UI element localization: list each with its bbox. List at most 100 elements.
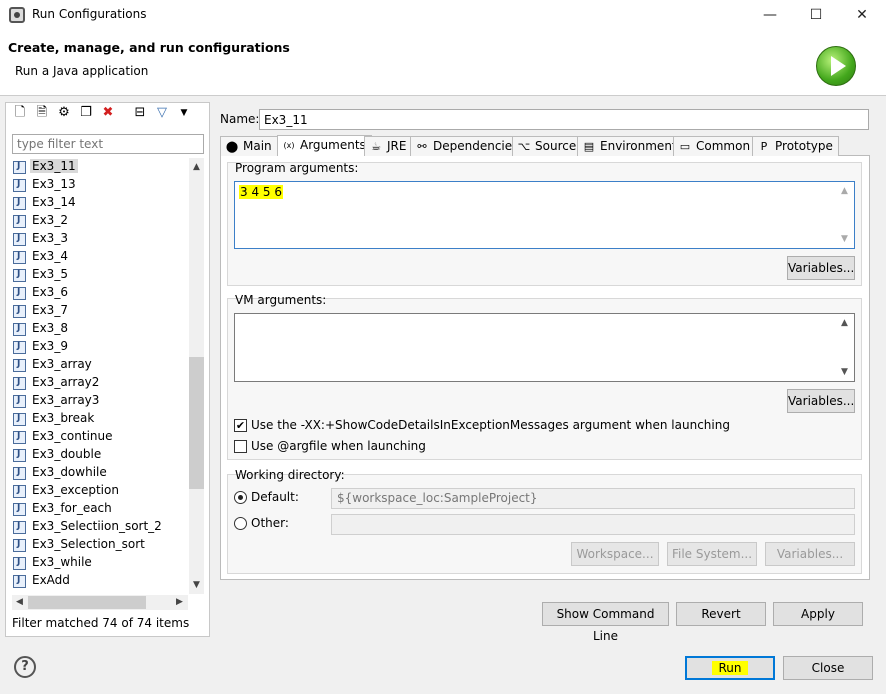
show-code-details-label: Use the -XX:+ShowCodeDetailsInExceptionM… <box>251 418 730 432</box>
tab-common[interactable]: ▭ Common <box>673 136 757 156</box>
configuration-tree-item-label: Ex3_array <box>32 357 92 371</box>
tab-label: Source <box>535 139 577 153</box>
java-app-icon <box>13 179 26 192</box>
name-label: Name: <box>220 112 260 126</box>
configuration-tree-item[interactable]: ExAdd <box>10 572 188 590</box>
java-app-icon <box>13 413 26 426</box>
java-app-icon <box>13 341 26 354</box>
configuration-tree-item[interactable]: Ex3_Selectiion_sort_2 <box>10 518 188 536</box>
argfile-label: Use @argfile when launching <box>251 439 426 453</box>
configuration-tree-item[interactable]: Ex3_while <box>10 554 188 572</box>
close-window-button[interactable]: ✕ <box>839 0 885 30</box>
show-command-line-button[interactable]: Show Command Line <box>542 602 669 643</box>
tab-dependencies[interactable]: ⚯ Dependencies <box>410 136 525 156</box>
configuration-tree-item[interactable]: Ex3_7 <box>10 302 188 320</box>
other-directory-label: Other: <box>251 516 289 530</box>
configuration-tree: Ex3_11 Ex3_13 Ex3_14 Ex3_2 Ex3_3 Ex3_4 Ex3_5 Ex… <box>10 158 188 594</box>
configuration-tree-item-label: Ex3_2 <box>32 213 68 227</box>
tab-arguments[interactable]: (x) Arguments <box>277 135 372 156</box>
configuration-tree-item[interactable]: Ex3_continue <box>10 428 188 446</box>
configuration-tree-item[interactable]: Ex3_break <box>10 410 188 428</box>
view-menu-chevron-down-icon[interactable]: ▼ <box>175 104 193 122</box>
java-app-icon <box>13 233 26 246</box>
banner-title: Create, manage, and run configurations <box>8 40 290 55</box>
configuration-tree-item[interactable]: Ex3_6 <box>10 284 188 302</box>
vm-args-variables-button[interactable]: Variables... <box>787 389 855 413</box>
java-app-icon <box>13 485 26 498</box>
revert-button[interactable]: Revert <box>676 602 766 626</box>
apply-button[interactable]: Apply <box>773 602 863 626</box>
configuration-tree-item[interactable]: Ex3_dowhile <box>10 464 188 482</box>
help-icon[interactable]: ? <box>14 656 36 678</box>
tab-label: Arguments <box>300 138 366 152</box>
filter-input[interactable] <box>12 134 204 154</box>
java-app-icon <box>13 251 26 264</box>
duplicate-icon[interactable]: ❐ <box>77 104 95 122</box>
configuration-tree-item-label: Ex3_dowhile <box>32 465 107 479</box>
configuration-tree-item[interactable]: Ex3_14 <box>10 194 188 212</box>
tree-vertical-scroll-thumb[interactable] <box>189 357 204 489</box>
file-system-button[interactable]: File System... <box>667 542 757 566</box>
configuration-tree-item[interactable]: Ex3_array <box>10 356 188 374</box>
configuration-tree-item[interactable]: Ex3_array2 <box>10 374 188 392</box>
configuration-tree-item-label: Ex3_array2 <box>32 375 100 389</box>
workspace-button[interactable]: Workspace... <box>571 542 659 566</box>
program-arguments-textarea[interactable]: 3 4 5 6 ▲ ▼ <box>234 181 855 249</box>
program-arguments-label: Program arguments: <box>235 161 359 175</box>
java-app-icon <box>13 269 26 282</box>
program-args-variables-button[interactable]: Variables... <box>787 256 855 280</box>
run-button[interactable]: Run <box>685 656 775 680</box>
close-button[interactable]: Close <box>783 656 873 680</box>
export-icon[interactable]: ⚙ <box>55 104 73 122</box>
filter-icon[interactable]: ▽ <box>153 104 171 122</box>
other-directory-radio[interactable] <box>234 517 247 530</box>
configuration-tree-item[interactable]: Ex3_Selection_sort <box>10 536 188 554</box>
java-app-icon <box>13 305 26 318</box>
configuration-tree-item[interactable]: Ex3_exception <box>10 482 188 500</box>
scroll-left-icon[interactable]: ◀ <box>12 597 27 607</box>
working-dir-variables-button[interactable]: Variables... <box>765 542 855 566</box>
vm-arguments-textarea[interactable]: ▲ ▼ <box>234 313 855 382</box>
maximize-button[interactable]: ☐ <box>793 0 839 30</box>
configuration-tree-item[interactable]: Ex3_3 <box>10 230 188 248</box>
configuration-tree-item[interactable]: Ex3_4 <box>10 248 188 266</box>
configuration-tree-item[interactable]: Ex3_11 <box>10 158 188 176</box>
vm-scroll-up-icon[interactable]: ▲ <box>837 318 852 328</box>
tab-environment[interactable]: ▤ Environment <box>577 136 683 156</box>
tree-horizontal-scroll-thumb[interactable] <box>28 596 146 609</box>
java-app-icon <box>13 521 26 534</box>
argfile-checkbox[interactable] <box>234 440 247 453</box>
configuration-tree-item[interactable]: Ex3_double <box>10 446 188 464</box>
configuration-tree-item[interactable]: Ex3_for_each <box>10 500 188 518</box>
configuration-tree-item[interactable]: Ex3_5 <box>10 266 188 284</box>
scroll-down-icon[interactable]: ▼ <box>189 580 204 590</box>
java-app-icon <box>13 431 26 444</box>
tab-source[interactable]: ⌥ Source <box>512 136 583 156</box>
show-code-details-checkbox[interactable]: ✔ <box>234 419 247 432</box>
default-directory-radio[interactable] <box>234 491 247 504</box>
configuration-tree-item-label: Ex3_Selectiion_sort_2 <box>32 519 162 533</box>
configuration-tree-item[interactable]: Ex3_8 <box>10 320 188 338</box>
textarea-scroll-down-icon[interactable]: ▼ <box>837 234 852 244</box>
scroll-right-icon[interactable]: ▶ <box>172 597 187 607</box>
configuration-tree-item[interactable]: Ex3_9 <box>10 338 188 356</box>
new-prototype-icon[interactable]: 🗎 <box>33 104 51 122</box>
tab-label: Dependencies <box>433 139 519 153</box>
source-icon: ⌥ <box>517 140 531 153</box>
tab-main[interactable]: ⬤ Main <box>220 136 278 156</box>
name-field[interactable] <box>259 109 869 130</box>
configuration-tree-item[interactable]: Ex3_array3 <box>10 392 188 410</box>
scroll-up-icon[interactable]: ▲ <box>189 162 204 172</box>
textarea-scroll-up-icon[interactable]: ▲ <box>837 186 852 196</box>
configuration-tree-item[interactable]: Ex3_2 <box>10 212 188 230</box>
configuration-tree-item-label: Ex3_7 <box>32 303 68 317</box>
tab-prototype[interactable]: P Prototype <box>752 136 839 156</box>
collapse-all-icon[interactable]: ⊟ <box>131 104 149 122</box>
minimize-button[interactable]: — <box>747 0 793 30</box>
java-app-icon <box>13 161 26 174</box>
configuration-tree-item[interactable]: Ex3_13 <box>10 176 188 194</box>
new-launch-config-icon[interactable]: 🗋 <box>11 104 29 122</box>
vm-scroll-down-icon[interactable]: ▼ <box>837 367 852 377</box>
delete-icon[interactable]: ✖ <box>99 104 117 122</box>
tab-jre[interactable]: ☕ JRE <box>364 136 413 156</box>
